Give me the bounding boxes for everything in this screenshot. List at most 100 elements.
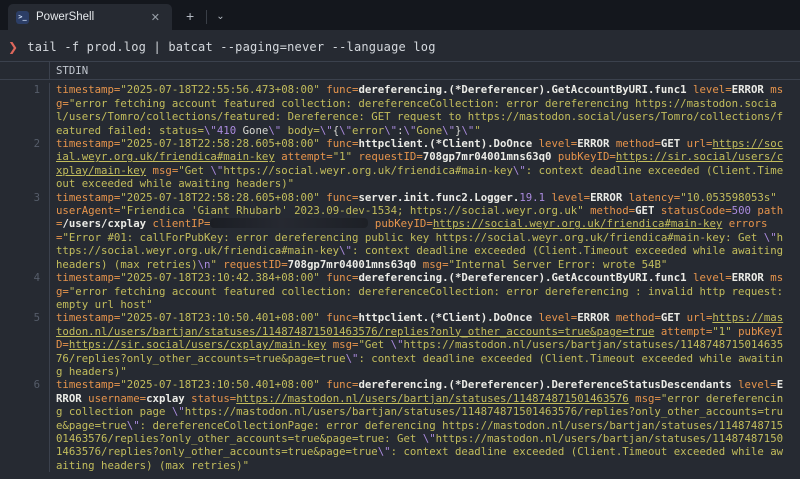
log-token: "Get <box>358 338 390 351</box>
tab-bar-divider <box>206 10 207 24</box>
log-entry-text: timestamp="2025-07-18T23:10:42.384+08:00… <box>50 271 784 311</box>
log-entry-text: timestamp="2025-07-18T22:55:56.473+08:00… <box>50 83 784 137</box>
log-token: ERROR <box>577 311 609 324</box>
log-token: \" <box>378 445 391 458</box>
command-text: tail -f prod.log | batcat --paging=never… <box>27 40 435 54</box>
log-token: func= <box>320 271 359 284</box>
log-token: msg= <box>629 392 661 405</box>
log-token: timestamp= <box>56 378 120 391</box>
new-tab-button[interactable]: + <box>186 9 194 23</box>
log-token: https://social.weyr.org.uk/friendica#mai… <box>223 164 513 177</box>
log-token: "2025-07-18T22:58:28.605+08:00" <box>120 191 319 204</box>
terminal-viewport[interactable]: ❯ tail -f prod.log | batcat --paging=neve… <box>0 30 800 472</box>
log-token: \n <box>198 258 211 271</box>
log-token: func= <box>320 311 359 324</box>
command-line: ❯ tail -f prod.log | batcat --paging=neve… <box>0 38 800 61</box>
log-token: body= <box>281 124 320 137</box>
log-entry-text: timestamp="2025-07-18T23:10:50.401+08:00… <box>50 378 784 472</box>
log-token: 708gp7mr04001mns63q0 <box>288 258 417 271</box>
log-token: /users/cxplay <box>62 217 146 230</box>
log-token: msg= <box>326 338 358 351</box>
log-token: level= <box>532 311 577 324</box>
log-token: Gone <box>236 124 268 137</box>
log-token: method= <box>609 137 660 150</box>
log-token: \" <box>210 164 223 177</box>
log-token: \" <box>339 244 352 257</box>
log-token: " <box>474 124 480 137</box>
log-token: level= <box>545 191 590 204</box>
log-token: method= <box>609 311 660 324</box>
log-entry-text: timestamp="2025-07-18T23:10:50.401+08:00… <box>50 311 784 378</box>
log-token: dereferencing.(*Dereferencer).GetAccount… <box>358 83 686 96</box>
log-token: "2025-07-18T22:55:56.473+08:00" <box>120 83 319 96</box>
log-token: username= <box>82 392 146 405</box>
log-token: GET <box>661 311 680 324</box>
log-token: \" <box>423 432 436 445</box>
log-token: func= <box>320 378 359 391</box>
log-token: GET <box>635 204 654 217</box>
log-token: httpclient.(*Client).DoOnce <box>358 137 532 150</box>
log-token: \" <box>268 124 281 137</box>
tab-powershell[interactable]: >_ PowerShell ✕ <box>8 4 172 30</box>
log-token: attempt= <box>275 150 333 163</box>
log-token: method= <box>584 204 635 217</box>
line-number: 5 <box>0 311 50 378</box>
log-token: timestamp= <box>56 83 120 96</box>
log-token: \" <box>172 405 185 418</box>
log-token: msg= <box>416 258 448 271</box>
log-token: \" <box>404 124 417 137</box>
log-token: error <box>352 124 384 137</box>
stdin-header-row: STDIN <box>0 61 800 80</box>
log-token: ERROR <box>732 271 764 284</box>
log-token: level= <box>732 378 777 391</box>
terminal-window: >_ PowerShell ✕ + ⌄ ❯ tail -f prod.log | … <box>0 0 800 472</box>
stdin-label: STDIN <box>50 62 88 79</box>
log-token: 500 <box>732 204 751 217</box>
log-token: dereferencing.(*Dereferencer).Dereferenc… <box>358 378 731 391</box>
log-entry: 2timestamp="2025-07-18T22:58:28.605+08:0… <box>0 137 800 191</box>
log-token: requestID= <box>217 258 288 271</box>
log-token: "2025-07-18T22:58:28.605+08:00" <box>120 137 319 150</box>
log-token: server.init.func2.Logger. <box>358 191 519 204</box>
log-token: "2025-07-18T23:10:50.401+08:00" <box>120 378 319 391</box>
log-token: Gone <box>416 124 442 137</box>
log-token: level= <box>532 137 577 150</box>
tab-bar: >_ PowerShell ✕ + ⌄ <box>0 0 800 30</box>
log-token: pubKeyID= <box>368 217 432 230</box>
close-icon[interactable]: ✕ <box>147 9 164 26</box>
log-token: func= <box>320 191 359 204</box>
log-entry-text: timestamp="2025-07-18T22:58:28.605+08:00… <box>50 137 784 191</box>
log-token: \" <box>764 231 777 244</box>
log-token: "Internal Server Error: wrote 54B" <box>449 258 668 271</box>
log-token: url= <box>680 137 712 150</box>
log-token: cxplay <box>146 392 185 405</box>
log-token: dereferencing.(*Dereferencer).GetAccount… <box>358 271 686 284</box>
log-token: "2025-07-18T23:10:42.384+08:00" <box>120 271 319 284</box>
log-token: timestamp= <box>56 271 120 284</box>
redacted-client-ip <box>210 218 368 228</box>
log-token: statusCode= <box>654 204 731 217</box>
log-entry: 5timestamp="2025-07-18T23:10:50.401+08:0… <box>0 311 800 378</box>
tab-dropdown-icon[interactable]: ⌄ <box>216 11 224 22</box>
log-token: timestamp= <box>56 311 120 324</box>
log-entries: 1timestamp="2025-07-18T22:55:56.473+08:0… <box>0 80 800 472</box>
log-token: "Friendica 'Giant Rhubarb' 2023.09-dev-1… <box>120 204 583 217</box>
log-token: level= <box>687 271 732 284</box>
tab-title: PowerShell <box>36 11 140 23</box>
line-number: 3 <box>0 191 50 271</box>
log-token: 708gp7mr04001mns63q0 <box>423 150 552 163</box>
prompt-icon: ❯ <box>8 40 18 54</box>
log-token: func= <box>320 83 359 96</box>
log-token: func= <box>320 137 359 150</box>
log-token: \" <box>391 338 404 351</box>
line-number: 1 <box>0 83 50 137</box>
log-token: \" <box>461 124 474 137</box>
log-token: \" <box>339 124 352 137</box>
log-token: "Error #01: callForPubKey: error derefer… <box>62 231 763 244</box>
log-token: httpclient.(*Client).DoOnce <box>358 311 532 324</box>
line-number: 4 <box>0 271 50 311</box>
gutter-header <box>0 62 50 79</box>
log-entry-text: timestamp="2025-07-18T22:58:28.605+08:00… <box>50 191 784 271</box>
log-token: \" <box>320 124 333 137</box>
powershell-icon: >_ <box>16 11 29 24</box>
